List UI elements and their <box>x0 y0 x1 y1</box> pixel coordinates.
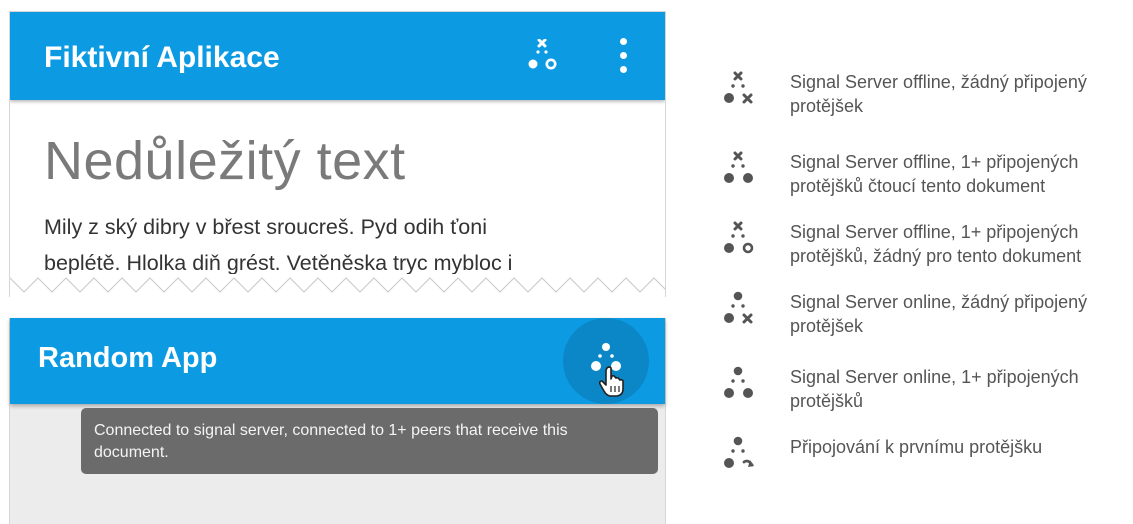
document-body: Mily z ský dibry v břest sroucreš. Pyd o… <box>44 209 654 281</box>
body-line: Mily z ský dibry v břest sroucreš. Pyd o… <box>44 215 487 239</box>
legend-text: Signal Server offline, žádný připojený p… <box>790 72 1087 116</box>
legend-item: Signal Server online, žádný připojený pr… <box>720 290 1130 350</box>
legend-text: Signal Server offline, 1+ připojených pr… <box>790 222 1082 266</box>
app-bar: Random App <box>10 318 665 404</box>
app-bar: Fiktivní Aplikace <box>10 12 665 100</box>
connection-status-icon[interactable] <box>526 38 560 73</box>
more-vert-icon[interactable] <box>615 38 631 74</box>
legend-text: Signal Server online, 1+ připojených pro… <box>790 367 1079 411</box>
server-offline-no-peer-icon <box>724 71 753 104</box>
legend-item: Signal Server online, 1+ připojených pro… <box>720 365 1130 425</box>
server-offline-peers-not-reading-icon <box>724 221 754 254</box>
app-window-fiktivni: Fiktivní Aplikace Nedůležitý text Mily z… <box>9 11 666 297</box>
server-offline-peers-reading-icon <box>724 151 753 183</box>
server-online-peers-icon <box>724 366 753 398</box>
status-tooltip: Connected to signal server, connected to… <box>81 408 658 474</box>
legend-item: Připojování k prvnímu protějšku <box>720 435 1130 495</box>
app-window-random: Random App Connected to signal server, c… <box>9 318 666 524</box>
legend-text: Signal Server offline, 1+ připojených pr… <box>790 152 1079 196</box>
legend-text: Signal Server online, žádný připojený pr… <box>790 292 1088 336</box>
hand-cursor-icon <box>598 366 624 397</box>
app-title: Random App <box>38 342 218 374</box>
document-heading: Nedůležitý text <box>44 131 406 191</box>
app-title: Fiktivní Aplikace <box>44 41 280 74</box>
legend-text: Připojování k prvnímu protějšku <box>790 437 1043 457</box>
legend-item: Signal Server offline, žádný připojený p… <box>720 70 1130 130</box>
legend-item: Signal Server offline, 1+ připojených pr… <box>720 150 1130 210</box>
legend-item: Signal Server offline, 1+ připojených pr… <box>720 220 1130 280</box>
connecting-to-first-peer-icon <box>724 436 754 468</box>
server-online-no-peer-icon <box>724 291 753 324</box>
torn-edge <box>10 274 665 297</box>
